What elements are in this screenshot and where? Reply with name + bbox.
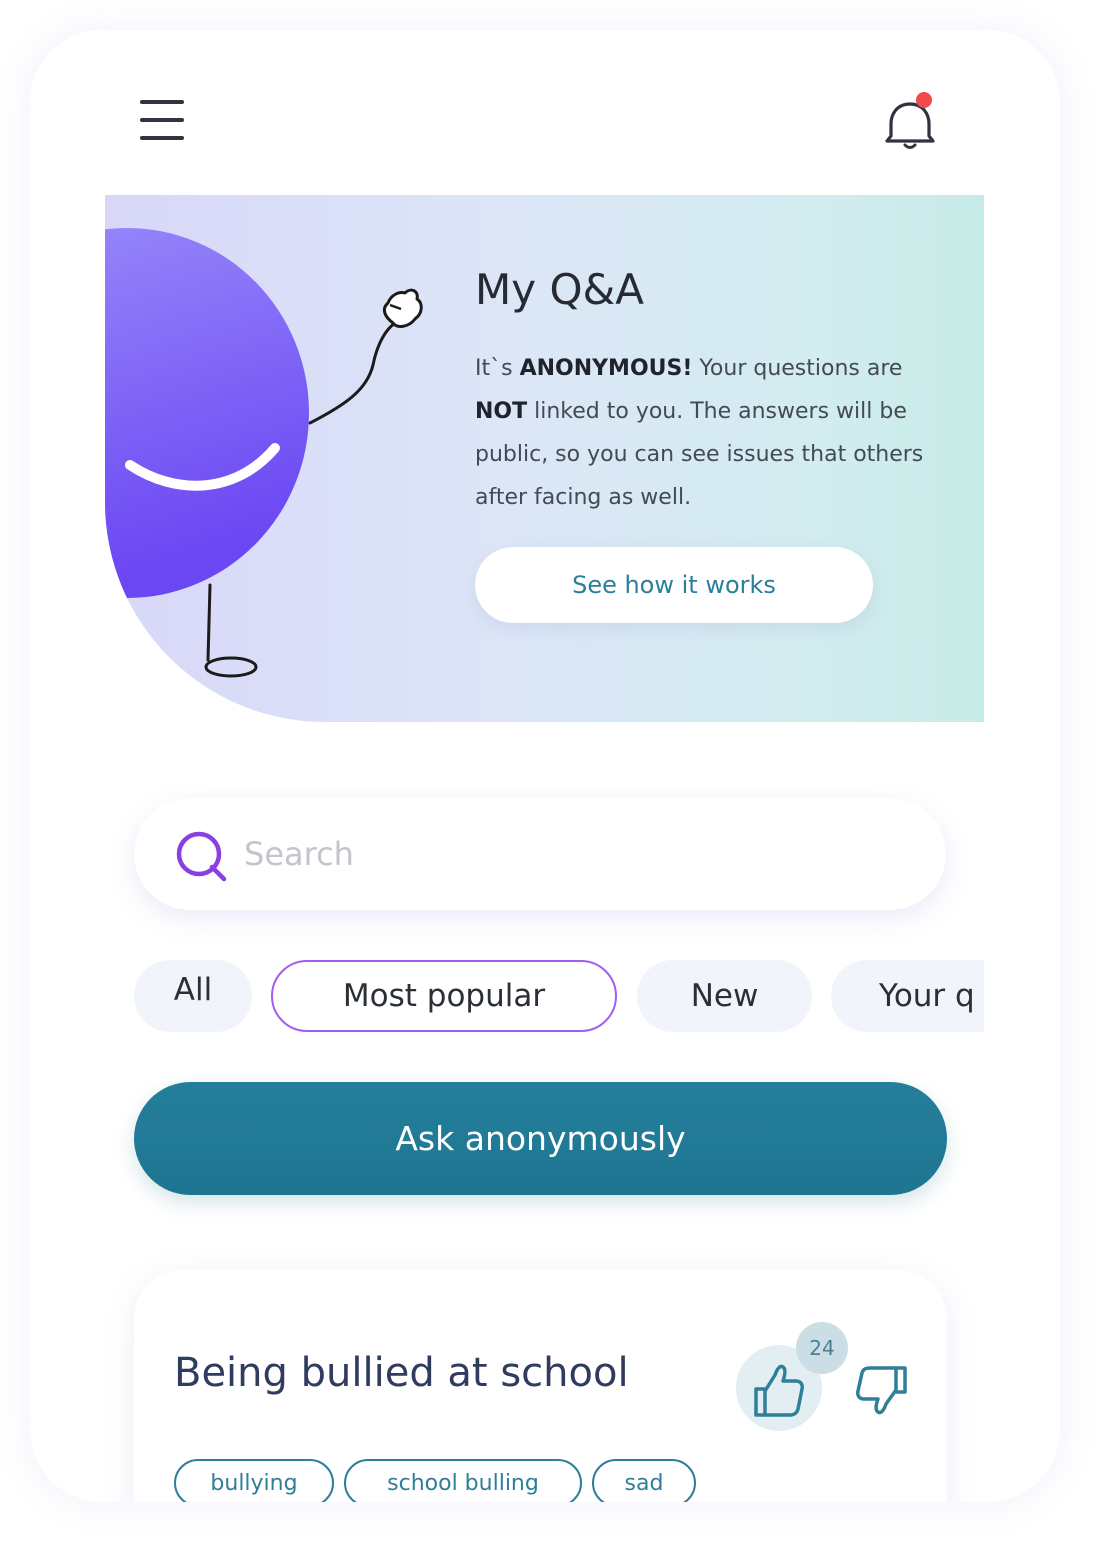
filter-chip-all[interactable]: All [134,960,252,1032]
search-bar[interactable] [134,798,946,910]
like-count-badge: 24 [796,1322,848,1374]
thumbs-down-icon[interactable] [850,1360,910,1420]
mascot-illustration [105,228,423,678]
filter-chips: All Most popular New Your q [134,958,984,1036]
see-how-it-works-button[interactable]: See how it works [475,547,873,623]
tag-school-bulling[interactable]: school bulling [344,1459,582,1502]
hamburger-menu-icon[interactable] [138,96,188,142]
hero-banner: My Q&A It`s ANONYMOUS! Your questions ar… [105,195,984,722]
search-input[interactable] [244,818,904,890]
tag-sad[interactable]: sad [592,1459,696,1502]
bell-icon[interactable] [882,90,938,156]
filter-chip-most-popular[interactable]: Most popular [271,960,617,1032]
page-title: My Q&A [475,265,644,314]
question-card[interactable]: Being bullied at school 24 bullying scho… [134,1270,947,1502]
notification-dot [916,92,932,108]
search-icon [176,831,227,882]
ask-anonymously-button[interactable]: Ask anonymously [134,1082,947,1195]
filter-chip-your-questions[interactable]: Your q [831,960,984,1032]
hero-description: It`s ANONYMOUS! Your questions are NOT l… [475,356,924,510]
app-screen: My Q&A It`s ANONYMOUS! Your questions ar… [30,30,1060,1502]
tag-bullying[interactable]: bullying [174,1459,334,1502]
question-title[interactable]: Being bullied at school [174,1350,629,1396]
filter-chip-new[interactable]: New [637,960,812,1032]
